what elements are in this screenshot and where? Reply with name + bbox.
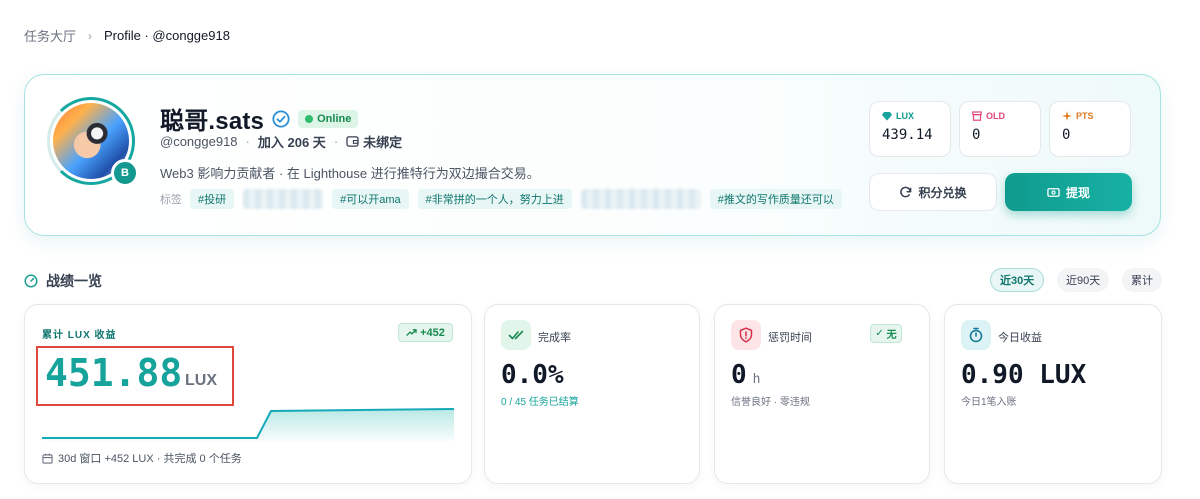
tag-item-blurred <box>243 189 324 209</box>
completion-rate-label: 完成率 <box>538 332 571 344</box>
points-tile-header: PTS <box>1062 111 1118 121</box>
points-tile-header: LUX <box>882 111 938 121</box>
profile-joined: 加入 206 天 <box>257 135 326 150</box>
avatar-level-badge: B <box>111 159 139 187</box>
tags-label: 标签 <box>160 194 182 206</box>
completion-rate-value: 0.0% <box>501 360 564 390</box>
lux-earnings-unit: LUX <box>185 372 217 389</box>
penalty-time-value: 0 <box>731 360 747 390</box>
archive-icon <box>972 111 982 121</box>
profile-tags: 标签 #投研 #可以开ama #非常拼的一个人，努力上进 #推文的写作质量还可以 <box>160 189 851 209</box>
shield-alert-icon <box>739 327 753 343</box>
profile-card: B 聪哥.sats Online @congge918 · 加入 206 天 ·… <box>24 74 1161 236</box>
lux-earnings-card: 累计 LUX 收益 +452 451.88 LUX 30d 窗口 +452 LU… <box>24 304 472 484</box>
points-label: LUX <box>896 111 914 121</box>
profile-bio: Web3 影响力贡献者 · 在 Lighthouse 进行推特行为双边撮合交易。 <box>160 166 540 181</box>
tag-item-blurred <box>580 189 701 209</box>
gem-icon <box>882 112 892 121</box>
check-icon: ✓ <box>875 328 884 339</box>
verified-icon <box>272 109 290 128</box>
lux-footer-text: 30d 窗口 +452 LUX · 共完成 0 个任务 <box>58 453 242 465</box>
lux-footer: 30d 窗口 +452 LUX · 共完成 0 个任务 <box>42 450 242 466</box>
meta-separator: · <box>333 134 339 149</box>
today-earnings-value: 0.90 LUX <box>961 360 1087 390</box>
breadcrumb-home-link[interactable]: 任务大厅 <box>24 26 76 45</box>
penalty-time-sub: 信誉良好 · 零违规 <box>731 397 810 408</box>
wallet-status-label: 未绑定 <box>363 135 403 150</box>
tag-item: #投研 <box>190 189 235 209</box>
today-earnings-sub: 今日1笔入账 <box>961 397 1017 408</box>
sparkle-icon <box>1062 111 1072 121</box>
calendar-icon <box>42 453 53 464</box>
completion-rate-card: 完成率 0.0% 0 / 45 任务已结算 <box>484 304 700 484</box>
penalty-status-badge: ✓ 无 <box>870 324 902 343</box>
refresh-icon <box>900 186 912 197</box>
wallet-status: 未绑定 <box>346 132 402 151</box>
points-tile-lux: LUX 439.14 <box>869 101 951 157</box>
lux-trend-value: +452 <box>420 326 445 339</box>
online-dot-icon <box>305 114 314 123</box>
penalty-time-value-row: 0h <box>731 360 760 390</box>
points-value: 439.14 <box>882 127 933 143</box>
withdraw-label: 提现 <box>1065 185 1090 200</box>
points-label: OLD <box>986 111 1005 121</box>
profile-handle: @congge918 <box>160 134 238 149</box>
lux-trend-badge: +452 <box>398 323 453 342</box>
tag-item: #可以开ama <box>332 189 409 209</box>
stat-icon-box <box>501 320 531 350</box>
cash-icon <box>1047 187 1060 197</box>
penalty-status-text: 无 <box>886 330 897 341</box>
breadcrumb: 任务大厅 › Profile · @congge918 <box>24 26 230 45</box>
lux-sparkline <box>42 408 454 441</box>
points-tile-old: OLD 0 <box>959 101 1041 157</box>
gauge-icon <box>24 274 38 288</box>
points-tile-header: OLD <box>972 111 1028 121</box>
today-earnings-card: 今日收益 0.90 LUX 今日1笔入账 <box>944 304 1162 484</box>
profile-name-row: 聪哥.sats Online <box>160 101 359 136</box>
points-value: 0 <box>972 127 981 143</box>
points-value: 0 <box>1062 127 1071 143</box>
redeem-label: 积分兑换 <box>918 185 967 200</box>
range-30d-button[interactable]: 近30天 <box>990 268 1045 292</box>
online-status-badge: Online <box>298 109 359 128</box>
withdraw-button[interactable]: 提现 <box>1005 173 1132 211</box>
stopwatch-icon <box>969 327 983 343</box>
stat-icon-box <box>961 320 991 350</box>
tag-item: #推文的写作质量还可以 <box>709 189 842 209</box>
range-all-button[interactable]: 累计 <box>1122 268 1162 292</box>
lux-earnings-label: 累计 LUX 收益 <box>42 330 117 341</box>
redeem-points-button[interactable]: 积分兑换 <box>869 173 997 211</box>
breadcrumb-current: Profile · @congge918 <box>104 28 230 43</box>
wallet-icon <box>346 136 359 147</box>
profile-meta-row: @congge918 · 加入 206 天 · 未绑定 <box>160 132 402 151</box>
lux-earnings-value: 451.88 <box>45 351 183 395</box>
range-90d-button[interactable]: 近90天 <box>1057 268 1110 292</box>
overview-section-title: 战绩一览 <box>24 271 102 291</box>
penalty-time-unit: h <box>752 372 761 387</box>
stat-icon-box <box>731 320 761 350</box>
tag-item: #非常拼的一个人，努力上进 <box>417 189 572 209</box>
penalty-time-card: 惩罚时间 ✓ 无 0h 信誉良好 · 零违规 <box>714 304 930 484</box>
points-tile-pts: PTS 0 <box>1049 101 1131 157</box>
overview-title-text: 战绩一览 <box>46 273 102 289</box>
chevron-right-icon: › <box>88 28 93 43</box>
profile-name: 聪哥.sats <box>160 108 265 135</box>
meta-separator: · <box>245 134 250 149</box>
today-earnings-label: 今日收益 <box>998 332 1042 344</box>
online-status-label: Online <box>317 112 352 125</box>
points-label: PTS <box>1076 111 1094 121</box>
trending-up-icon <box>406 329 417 336</box>
completion-rate-sub: 0 / 45 任务已结算 <box>501 397 579 408</box>
penalty-time-label: 惩罚时间 <box>768 332 812 344</box>
double-check-icon <box>508 330 524 340</box>
